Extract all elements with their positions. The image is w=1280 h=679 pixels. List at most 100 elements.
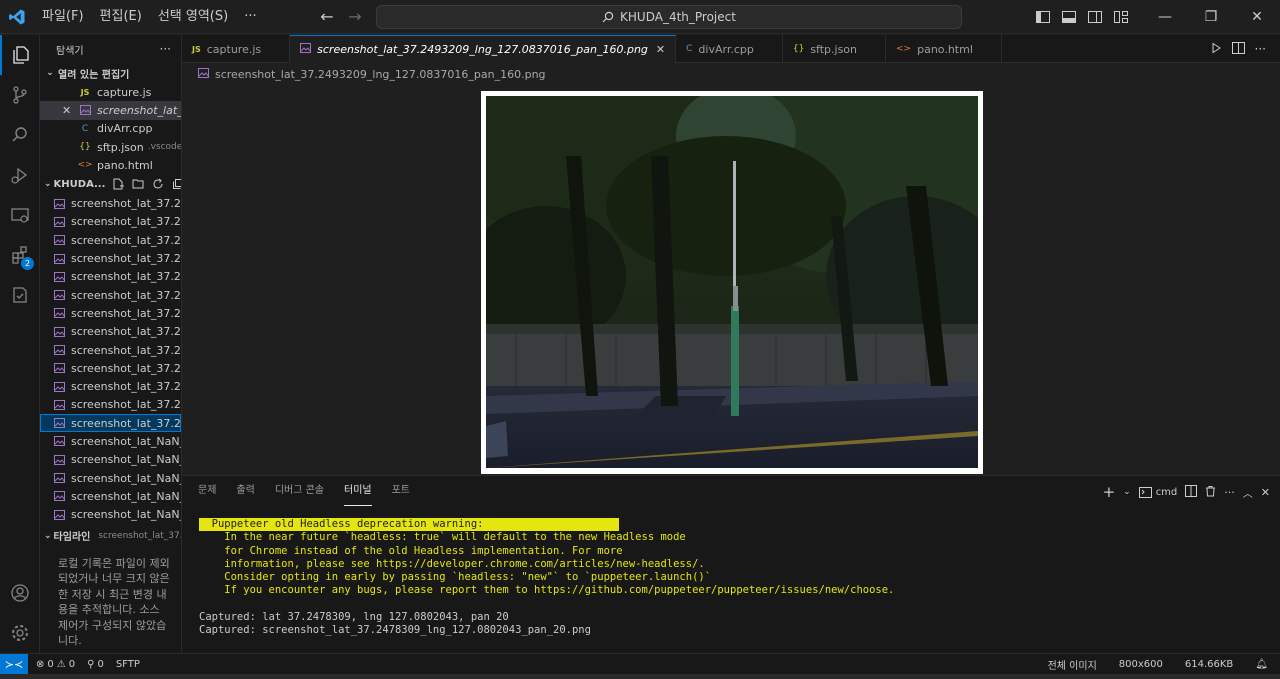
street-view-image[interactable] (486, 96, 978, 468)
manage-gear-icon[interactable] (0, 613, 40, 653)
file-tree-item[interactable]: screenshot_lat_37.249... (40, 377, 181, 395)
editor-tab[interactable]: <> pano.html (886, 35, 1002, 63)
forward-arrow-icon[interactable]: → (346, 8, 364, 26)
close-icon[interactable]: ✕ (62, 104, 71, 117)
menu-file[interactable]: 파일(F) (34, 0, 92, 34)
account-icon[interactable] (0, 573, 40, 613)
notifications-bell-icon[interactable]: 🔔︎ (1255, 659, 1268, 670)
javascript-file-icon: JS (80, 87, 90, 97)
customize-layout-icon[interactable] (1108, 4, 1134, 30)
close-window-icon[interactable]: ✕ (1234, 0, 1280, 34)
source-control-icon[interactable] (0, 75, 40, 115)
open-editor-item[interactable]: ✕ screenshot_lat_3... (40, 101, 181, 120)
open-editor-item[interactable]: CdivArr.cpp (40, 120, 181, 138)
chevron-down-icon[interactable]: ⌄ (1123, 487, 1131, 497)
terminal-profile[interactable]: cmd (1138, 486, 1177, 498)
file-tree-item[interactable]: screenshot_lat_37.249... (40, 341, 181, 359)
image-view-mode[interactable]: 전체 이미지 (1048, 657, 1097, 672)
panel-tab-terminal[interactable]: 터미널 (344, 484, 372, 506)
image-preview-editor (182, 85, 1280, 474)
split-editor-icon[interactable] (1231, 41, 1245, 57)
file-tree-item[interactable]: screenshot_lat_37.249... (40, 213, 181, 231)
back-arrow-icon[interactable]: ← (318, 8, 336, 26)
file-tree-item[interactable]: screenshot_lat_37.249... (40, 194, 181, 212)
file-tree-item[interactable]: screenshot_lat_37.249... (40, 249, 181, 267)
editor-tab[interactable]: {} sftp.json (783, 35, 887, 63)
problems-status[interactable]: ⊗ 0 ⚠ 0 (36, 659, 75, 670)
file-tree-item[interactable]: screenshot_lat_NaN_l... (40, 432, 181, 450)
remote-explorer-icon[interactable] (0, 195, 40, 235)
open-editor-item[interactable]: {} sftp.json .vscode (40, 138, 181, 156)
editor-actions: ··· (1210, 35, 1266, 63)
file-tree-item[interactable]: screenshot_lat_37.249... (40, 396, 181, 414)
search-icon[interactable] (0, 115, 40, 155)
open-editors-header[interactable]: ⌄ 열려 있는 편집기 (40, 63, 181, 83)
open-editor-item[interactable]: <> pano.html (40, 156, 181, 174)
error-icon: ⊗ (36, 658, 45, 670)
new-folder-icon[interactable] (131, 177, 145, 191)
image-file-size: 614.66KB (1184, 658, 1234, 670)
timeline-header[interactable]: ⌄ 타임라인 screenshot_lat_37... (40, 526, 181, 546)
menu-edit[interactable]: 편집(E) (92, 0, 150, 34)
explorer-more-icon[interactable]: ··· (160, 42, 171, 56)
image-file-icon (52, 381, 66, 393)
more-actions-icon[interactable]: ··· (1224, 486, 1235, 499)
testing-icon[interactable] (0, 275, 40, 315)
remote-indicator-icon[interactable]: ≻≺ (0, 653, 28, 675)
more-actions-icon[interactable]: ··· (1255, 42, 1266, 56)
editor-tab[interactable]: JS capture.js (182, 35, 291, 63)
command-center[interactable]: KHUDA_4th_Project (376, 5, 962, 29)
close-panel-icon[interactable]: ✕ (1261, 486, 1270, 499)
refresh-icon[interactable] (151, 177, 165, 191)
breadcrumb-file[interactable]: screenshot_lat_37.2493209_lng_127.083701… (215, 68, 546, 81)
open-editor-item[interactable]: JS capture.js (40, 83, 181, 101)
run-debug-icon[interactable] (0, 155, 40, 195)
file-tree-item[interactable]: screenshot_lat_37.249... (40, 268, 181, 286)
image-file-icon (52, 326, 66, 338)
run-icon[interactable] (1210, 42, 1222, 57)
file-tree-label: screenshot_lat_37.249... (71, 270, 181, 284)
panel-tab-debug-console[interactable]: 디버그 콘솔 (275, 484, 324, 506)
panel-tab-output[interactable]: 출력 (236, 484, 254, 506)
trash-icon[interactable] (1205, 485, 1216, 500)
file-tree-label: screenshot_lat_37.249... (71, 325, 181, 339)
restore-icon[interactable]: ❐ (1188, 0, 1234, 34)
maximize-panel-icon[interactable]: ︿ (1243, 485, 1253, 500)
toggle-secondary-sidebar-icon[interactable] (1082, 4, 1108, 30)
extensions-icon[interactable]: 2 (0, 235, 40, 275)
file-tree-item[interactable]: screenshot_lat_NaN_l... (40, 487, 181, 505)
menu-more[interactable]: ··· (236, 0, 264, 34)
collapse-all-icon[interactable] (171, 177, 181, 191)
file-tree-item[interactable]: screenshot_lat_37.249... (40, 323, 181, 341)
sftp-status[interactable]: SFTP (116, 659, 140, 670)
file-tree-item[interactable]: screenshot_lat_37.249... (40, 286, 181, 304)
menu-selection[interactable]: 선택 영역(S) (150, 0, 236, 34)
file-tree-item[interactable]: screenshot_lat_37.249... (40, 359, 181, 377)
explorer-icon[interactable] (0, 35, 40, 75)
editor-tab[interactable]: screenshot_lat_37.2493209_lng_127.083701… (290, 35, 677, 63)
new-terminal-icon[interactable]: + (1103, 483, 1116, 501)
new-file-icon[interactable] (111, 177, 125, 191)
activity-bar: 2 (0, 35, 40, 653)
file-tree-item[interactable]: screenshot_lat_37.249... (40, 231, 181, 249)
panel-tab-problems[interactable]: 문제 (198, 484, 216, 506)
toggle-primary-sidebar-icon[interactable] (1030, 4, 1056, 30)
ports-status[interactable]: ⚲ 0 (87, 659, 104, 670)
window-controls: — ❐ ✕ (1030, 0, 1280, 34)
bottom-panel: 문제 출력 디버그 콘솔 터미널 포트 + ⌄ cmd ··· ︿ ✕ Pupp… (182, 475, 1280, 653)
terminal-output[interactable]: Puppeteer old Headless deprecation warni… (199, 518, 894, 638)
editor-tab[interactable]: CdivArr.cpp (676, 35, 783, 63)
file-tree-item[interactable]: screenshot_lat_37.249... (40, 304, 181, 322)
close-tab-icon[interactable]: ✕ (656, 43, 665, 56)
toggle-panel-icon[interactable] (1056, 4, 1082, 30)
file-tree-item[interactable]: screenshot_lat_NaN_l... (40, 469, 181, 487)
file-tree-item[interactable]: screenshot_lat_NaN_l... (40, 506, 181, 524)
file-tree-item[interactable]: screenshot_lat_NaN_l... (40, 451, 181, 469)
minimize-icon[interactable]: — (1142, 0, 1188, 34)
panel-tab-ports[interactable]: 포트 (392, 484, 410, 506)
file-tree-item[interactable]: screenshot_lat_37.249... (40, 414, 181, 433)
image-file-icon (52, 253, 66, 265)
workspace-file-list: screenshot_lat_37.249... screenshot_lat_3… (40, 194, 181, 523)
split-terminal-icon[interactable] (1185, 484, 1198, 500)
workspace-header[interactable]: ⌄ KHUDA... (40, 174, 181, 194)
